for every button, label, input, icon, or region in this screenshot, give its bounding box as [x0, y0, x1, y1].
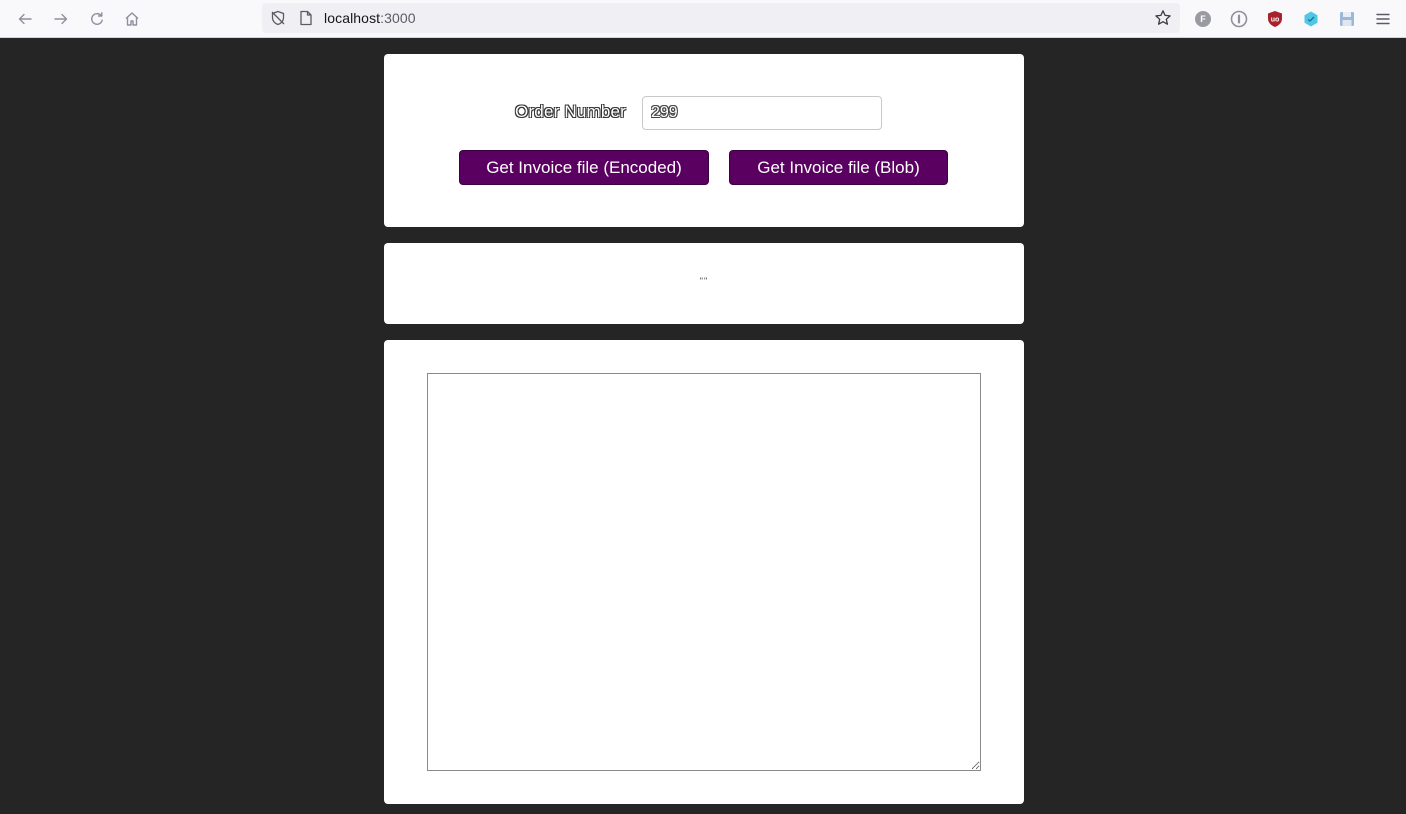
invoice-form-card: Order Number Get Invoice file (Encoded) … [384, 54, 1024, 227]
browser-toolbar: localhost:3000 F uo [0, 0, 1406, 38]
page-content: Order Number Get Invoice file (Encoded) … [0, 38, 1406, 814]
status-card: "" [384, 243, 1024, 324]
forward-arrow-icon[interactable] [49, 7, 73, 31]
invoice-output-textarea[interactable] [427, 373, 981, 771]
svg-text:uo: uo [1271, 17, 1280, 24]
status-text: "" [699, 276, 709, 286]
reload-icon[interactable] [85, 7, 109, 31]
extension-cyan-icon[interactable] [1299, 7, 1323, 31]
password-manager-icon[interactable] [1227, 7, 1251, 31]
tracking-shield-icon[interactable] [266, 6, 290, 30]
extension-f-letter: F [1195, 11, 1211, 27]
extension-f-icon[interactable]: F [1191, 7, 1215, 31]
bookmark-star-icon[interactable] [1151, 6, 1175, 30]
url-port: :3000 [380, 10, 416, 26]
url-host: localhost [324, 10, 381, 26]
page-icon [294, 6, 318, 30]
order-number-label: Order Number [515, 102, 627, 121]
get-invoice-encoded-button[interactable]: Get Invoice file (Encoded) [459, 150, 709, 185]
url-text: localhost:3000 [324, 10, 416, 26]
home-icon[interactable] [120, 7, 144, 31]
save-icon[interactable] [1335, 7, 1359, 31]
ublock-icon[interactable]: uo [1263, 7, 1287, 31]
order-number-input[interactable] [642, 96, 882, 130]
url-bar[interactable]: localhost:3000 [262, 3, 1180, 33]
output-card [384, 340, 1024, 804]
get-invoice-blob-button[interactable]: Get Invoice file (Blob) [729, 150, 948, 185]
menu-icon[interactable] [1371, 7, 1395, 31]
back-arrow-icon[interactable] [13, 7, 37, 31]
